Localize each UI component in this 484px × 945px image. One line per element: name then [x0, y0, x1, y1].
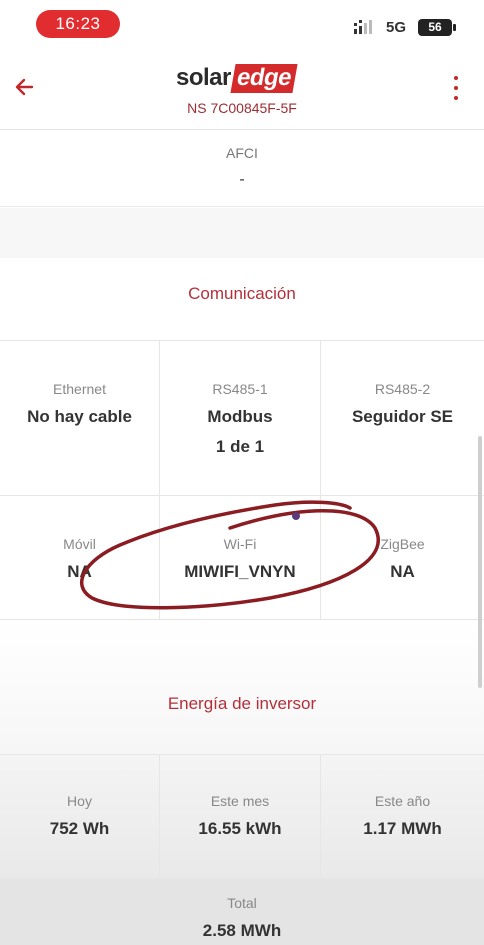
more-vertical-icon[interactable]	[452, 76, 460, 106]
communication-grid: Ethernet No hay cable RS485-1 Modbus 1 d…	[0, 340, 484, 620]
energy-year-cell: Este año 1.17 MWh	[321, 755, 484, 878]
cell-label: Este mes	[210, 793, 270, 809]
cell-label: Este año	[374, 793, 431, 809]
network-label: 5G	[386, 19, 407, 36]
cell-value: NA	[67, 562, 92, 581]
cell-value: NA	[390, 562, 415, 581]
communication-row: Móvil NA Wi-Fi MIWIFI_VNYN ZigBee NA	[0, 496, 484, 620]
cell-label: RS485-1	[212, 381, 268, 397]
communication-row: Ethernet No hay cable RS485-1 Modbus 1 d…	[0, 341, 484, 496]
logo-solar: solar	[176, 64, 231, 91]
scrollbar-thumb[interactable]	[478, 436, 482, 688]
afci-block: AFCI -	[0, 131, 484, 207]
energy-row: Total 2.58 MWh	[0, 879, 484, 945]
cell-value: Seguidor SE	[351, 407, 454, 426]
cell-value: 752 Wh	[49, 819, 110, 838]
section-title-communication: Comunicación	[188, 284, 296, 303]
afci-value: -	[239, 171, 245, 188]
signal-icon	[354, 20, 372, 34]
zigbee-cell: ZigBee NA	[321, 496, 484, 619]
cell-label: Total	[227, 895, 257, 911]
energy-month-cell: Este mes 16.55 kWh	[159, 755, 321, 878]
status-bar: 16:23 5G 56	[0, 0, 484, 48]
battery-icon: 56	[418, 19, 456, 36]
app-header: solar edge NS 7C00845F-5F	[0, 48, 484, 130]
cell-value-secondary: 1 de 1	[215, 437, 265, 456]
cell-value: 1.17 MWh	[363, 819, 442, 838]
logo-edge: edge	[230, 64, 298, 93]
afci-label: AFCI	[226, 145, 258, 161]
cell-value: MIWIFI_VNYN	[184, 562, 296, 581]
rs485-2-cell: RS485-2 Seguidor SE	[321, 341, 484, 495]
cell-value: No hay cable	[27, 407, 132, 426]
energy-grid: Hoy 752 Wh Este mes 16.55 kWh Este año 1…	[0, 754, 484, 945]
cell-label: Wi-Fi	[223, 536, 257, 552]
cell-label: Hoy	[67, 793, 92, 809]
energy-row: Hoy 752 Wh Este mes 16.55 kWh Este año 1…	[0, 755, 484, 879]
status-time: 16:23	[36, 10, 120, 38]
solaredge-logo: solar edge	[176, 64, 298, 94]
energy-today-cell: Hoy 752 Wh	[0, 755, 159, 878]
section-divider	[0, 208, 484, 258]
cell-label: Ethernet	[53, 381, 106, 397]
mobile-cell: Móvil NA	[0, 496, 159, 619]
cell-label: RS485-2	[374, 381, 431, 397]
cell-value: 2.58 MWh	[202, 921, 282, 940]
cell-value: 16.55 kWh	[198, 819, 282, 838]
ethernet-cell: Ethernet No hay cable	[0, 341, 159, 495]
cell-label: ZigBee	[380, 536, 425, 552]
rs485-1-cell: RS485-1 Modbus 1 de 1	[159, 341, 321, 495]
energy-total-cell: Total 2.58 MWh	[0, 879, 484, 945]
back-arrow-icon[interactable]	[10, 72, 40, 102]
section-title-energy: Energía de inversor	[167, 694, 317, 713]
device-id: NS 7C00845F-5F	[187, 100, 297, 116]
cell-label: Móvil	[63, 536, 96, 552]
cell-value: Modbus	[207, 407, 273, 426]
wifi-cell: Wi-Fi MIWIFI_VNYN	[159, 496, 321, 619]
